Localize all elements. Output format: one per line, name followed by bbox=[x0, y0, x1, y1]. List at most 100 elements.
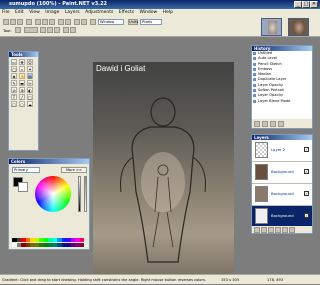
maximize-button[interactable]: □ bbox=[302, 1, 310, 8]
layer-item[interactable]: Background ✓ bbox=[252, 162, 312, 184]
linear-gradient-icon[interactable] bbox=[24, 27, 38, 33]
colors-panel: Colors Primary More >> bbox=[8, 158, 90, 250]
thumbnail-1[interactable] bbox=[261, 18, 282, 36]
menu-file[interactable]: File bbox=[0, 9, 12, 17]
palette-swatch[interactable] bbox=[79, 238, 84, 242]
palette-swatch[interactable] bbox=[79, 242, 84, 247]
alpha-slider[interactable] bbox=[84, 176, 87, 212]
color-wheel[interactable] bbox=[35, 176, 71, 212]
layer-item-selected[interactable]: Background ✓ bbox=[252, 206, 312, 226]
add-layer-icon[interactable] bbox=[254, 227, 260, 233]
goliath-illustration bbox=[120, 97, 206, 263]
gradient-icon[interactable]: ▤ bbox=[27, 73, 33, 79]
recolor-icon[interactable]: ◐ bbox=[27, 87, 33, 93]
menu-image[interactable]: Image bbox=[43, 9, 61, 17]
layer-thumbnail bbox=[255, 186, 268, 202]
rectangle-select-icon[interactable]: ▭ bbox=[11, 59, 17, 65]
diamond-gradient-icon[interactable] bbox=[54, 27, 60, 33]
layer-name: Layer 2 bbox=[271, 147, 286, 152]
image-canvas[interactable]: Dawid i Goliat bbox=[93, 62, 234, 277]
conical-gradient-icon[interactable] bbox=[47, 27, 53, 33]
history-first-icon[interactable] bbox=[254, 121, 260, 127]
menu-edit[interactable]: Edit bbox=[13, 9, 26, 17]
secondary-color-swatch[interactable] bbox=[18, 182, 28, 192]
rounded-rectangle-icon[interactable]: ▢ bbox=[11, 101, 17, 107]
layer-thumbnail bbox=[255, 208, 268, 224]
print-icon[interactable] bbox=[26, 19, 32, 25]
layer-visibility-checkbox[interactable]: ✓ bbox=[304, 147, 309, 152]
ellipse-icon[interactable]: ○ bbox=[19, 101, 25, 107]
color-picker-icon[interactable]: ⊘ bbox=[11, 87, 17, 93]
zoom-dropdown[interactable]: Window bbox=[98, 19, 124, 25]
tools-panel: Tools ▭ ✥ ʘ ◯ ⌕ ✦ ◈ ✋ ▤ ✎ ▬ ✏ ⊘ ⊕ ◐ T ╱ … bbox=[8, 51, 39, 151]
crop-icon[interactable] bbox=[58, 19, 64, 25]
open-icon[interactable] bbox=[10, 19, 16, 25]
colors-panel-title: Colors bbox=[9, 159, 89, 164]
redo-icon[interactable] bbox=[81, 19, 87, 25]
move-layer-up-icon[interactable] bbox=[282, 227, 288, 233]
transparency-mode-icon[interactable] bbox=[70, 27, 76, 33]
color-mode-dropdown[interactable]: Primary bbox=[12, 167, 40, 173]
radial-gradient-icon[interactable] bbox=[40, 27, 46, 33]
copy-icon[interactable] bbox=[42, 19, 48, 25]
zoom-icon[interactable]: ⌕ bbox=[19, 66, 25, 72]
save-icon[interactable] bbox=[17, 19, 23, 25]
value-slider[interactable] bbox=[78, 176, 81, 212]
move-selection-icon[interactable]: ✥ bbox=[19, 59, 25, 65]
menu-view[interactable]: View bbox=[27, 9, 42, 17]
title-bar: sumupdo (100%) - Paint.NET v3.22 bbox=[0, 0, 320, 9]
history-item[interactable]: Layer Blend Mode bbox=[252, 99, 312, 104]
duplicate-layer-icon[interactable] bbox=[268, 227, 274, 233]
close-button[interactable]: ✕ bbox=[310, 1, 318, 8]
history-undo-icon[interactable] bbox=[262, 121, 268, 127]
menu-window[interactable]: Window bbox=[137, 9, 159, 17]
history-panel: History Untitled Auto Level Pencil Sketc… bbox=[251, 45, 313, 129]
units-dropdown[interactable]: Pixels bbox=[140, 19, 162, 25]
gradient-tool-icon[interactable] bbox=[15, 27, 21, 33]
rectangle-icon[interactable]: □ bbox=[27, 94, 33, 100]
line-icon[interactable]: ╱ bbox=[19, 94, 25, 100]
history-redo-icon[interactable] bbox=[270, 121, 276, 127]
more-colors-button[interactable]: More >> bbox=[61, 167, 87, 173]
grid-icon[interactable] bbox=[90, 19, 96, 25]
layer-item[interactable]: Layer 2 ✓ bbox=[252, 140, 312, 162]
layer-thumbnail bbox=[255, 142, 268, 158]
layer-visibility-checkbox[interactable]: ✓ bbox=[304, 213, 309, 218]
window-title: sumupdo (100%) - Paint.NET v3.22 bbox=[9, 1, 108, 7]
paste-icon[interactable] bbox=[49, 19, 55, 25]
move-layer-down-icon[interactable] bbox=[289, 227, 295, 233]
color-palette bbox=[12, 238, 88, 247]
text-icon[interactable]: T bbox=[11, 94, 17, 100]
deselect-icon[interactable] bbox=[65, 19, 71, 25]
menu-help[interactable]: Help bbox=[161, 9, 175, 17]
thumbnail-2[interactable] bbox=[288, 18, 309, 36]
history-last-icon[interactable] bbox=[278, 121, 284, 127]
lasso-icon[interactable]: ʘ bbox=[27, 59, 33, 65]
delete-layer-icon[interactable] bbox=[261, 227, 267, 233]
menu-bar: File Edit View Image Layers Adjustments … bbox=[0, 9, 320, 17]
minimize-button[interactable]: _ bbox=[294, 1, 302, 8]
pan-icon[interactable]: ✋ bbox=[19, 73, 25, 79]
menu-effects[interactable]: Effects bbox=[117, 9, 136, 17]
ellipse-select-icon[interactable]: ◯ bbox=[11, 66, 17, 72]
paintbrush-icon[interactable]: ✎ bbox=[11, 80, 17, 86]
new-icon[interactable] bbox=[3, 19, 9, 25]
pencil-icon[interactable]: ✏ bbox=[27, 80, 33, 86]
menu-adjustments[interactable]: Adjustments bbox=[83, 9, 115, 17]
layer-name: Background bbox=[271, 213, 294, 218]
menu-layers[interactable]: Layers bbox=[63, 9, 82, 17]
magic-wand-icon[interactable]: ✦ bbox=[27, 66, 33, 72]
layer-visibility-checkbox[interactable]: ✓ bbox=[304, 191, 309, 196]
layer-item[interactable]: Background ✓ bbox=[252, 184, 312, 206]
eraser-icon[interactable]: ▬ bbox=[19, 80, 25, 86]
status-bar: Gradient: Click and drag to start drawin… bbox=[0, 274, 320, 284]
undo-icon[interactable] bbox=[74, 19, 80, 25]
layer-properties-icon[interactable] bbox=[275, 227, 281, 233]
color-mode-icon[interactable] bbox=[63, 27, 69, 33]
layer-visibility-checkbox[interactable]: ✓ bbox=[304, 169, 309, 174]
freeform-shape-icon[interactable]: ☁ bbox=[27, 101, 33, 107]
paint-bucket-icon[interactable]: ◈ bbox=[11, 73, 17, 79]
clone-stamp-icon[interactable]: ⊕ bbox=[19, 87, 25, 93]
layers-panel: Layers Layer 2 ✓ Background ✓ Background… bbox=[251, 134, 313, 234]
cut-icon[interactable] bbox=[35, 19, 41, 25]
